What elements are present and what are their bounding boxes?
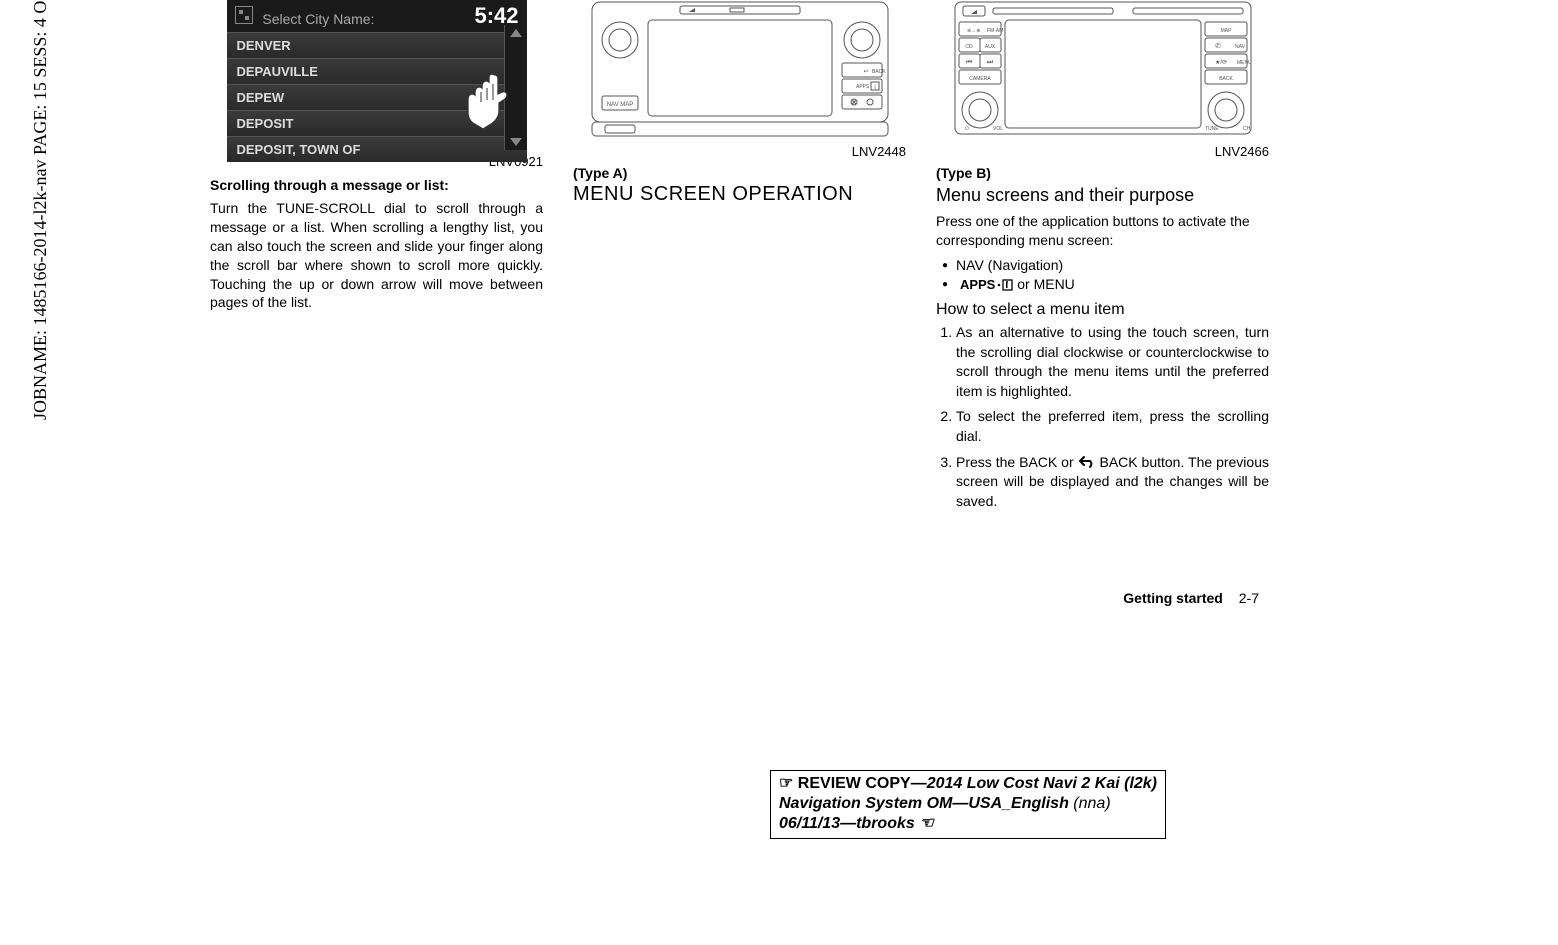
step-3: Press the BACK or BACK button. The previ…: [956, 453, 1269, 512]
apps-button-label: APPS: [856, 84, 870, 90]
bullet-nav: NAV (Navigation): [942, 256, 1269, 276]
print-job-spine: JOBNAME: 1485166-2014-l2k-nav PAGE: 15 S…: [30, 0, 51, 420]
intro-paragraph: Press one of the application buttons to …: [936, 212, 1269, 250]
grid-icon: [235, 6, 253, 24]
svg-text:★/⟳: ★/⟳: [1215, 59, 1227, 66]
figure-type-b: ⊕↔⊕ FM·AM CD AUX ⏮ ⏭ CAMERA: [936, 0, 1269, 159]
review-prefix: ☞ REVIEW COPY—: [779, 775, 927, 792]
scroll-down-icon[interactable]: [510, 138, 522, 146]
svg-text:⏻: ⏻: [965, 126, 969, 132]
vol-label: VOL: [993, 126, 1003, 132]
menu-screen-operation-title: MENU SCREEN OPERATION: [573, 183, 906, 206]
svg-text:⏭: ⏭: [986, 59, 993, 66]
cd-label: CD: [965, 44, 973, 50]
figure-code: LNV2466: [936, 144, 1269, 159]
manual-page: Select City Name: 5:42 DENVER DEPAUVILLE…: [90, 0, 1470, 945]
fmam-label: FM·AM: [987, 28, 1003, 34]
step-2: To select the preferred item, press the …: [956, 407, 1269, 446]
nav-screenshot: Select City Name: 5:42 DENVER DEPAUVILLE…: [227, 0, 527, 150]
list-item: DENVER: [227, 32, 527, 58]
steps-list: As an alternative to using the touch scr…: [936, 323, 1269, 511]
bullet-apps-suffix: or MENU: [1017, 276, 1075, 292]
navmap-button-label: NAV MAP: [606, 102, 633, 108]
svg-text:⏮: ⏮: [965, 59, 971, 66]
back-label: BACK: [1219, 76, 1233, 82]
list-item: DEPAUVILLE: [227, 58, 527, 84]
svg-text:✆: ✆: [1215, 42, 1221, 50]
dash-unit-type-a: NAV MAP ↩ BACK APPS i: [590, 0, 890, 140]
svg-text:↩: ↩: [863, 69, 868, 75]
step-1: As an alternative to using the touch scr…: [956, 323, 1269, 401]
screenshot-header: Select City Name: 5:42: [227, 0, 527, 32]
aux-label: AUX: [984, 44, 995, 50]
review-copy-box: ☞ REVIEW COPY—2014 Low Cost Navi 2 Kai (…: [770, 770, 1166, 839]
select-city-label: Select City Name:: [262, 11, 374, 27]
column-2: NAV MAP ↩ BACK APPS i: [573, 0, 906, 517]
page-footer: Getting started 2-7: [1123, 590, 1259, 606]
bullet-apps: APPS or MENU: [942, 275, 1269, 295]
menu-screens-subtitle: Menu screens and their purpose: [936, 185, 1269, 206]
list-item: DEPOSIT, TOWN OF: [227, 136, 527, 162]
list-item: DEPOSIT: [227, 110, 527, 136]
review-line3: 06/11/13—tbrooks ☜: [779, 815, 934, 832]
svg-text:i: i: [874, 85, 875, 91]
column-1: Select City Name: 5:42 DENVER DEPAUVILLE…: [210, 0, 543, 517]
map-label: MAP: [1220, 28, 1232, 34]
scrollbar[interactable]: [504, 25, 527, 150]
apps-icon: APPS: [960, 276, 1013, 294]
camera-label: CAMERA: [969, 76, 991, 82]
scroll-up-icon[interactable]: [510, 29, 522, 37]
scroll-heading: Scrolling through a message or list:: [210, 177, 543, 193]
section-name: Getting started: [1123, 590, 1223, 606]
review-line2a: Navigation System OM—USA_English: [779, 795, 1069, 812]
scroll-paragraph: Turn the TUNE-SCROLL dial to scroll thro…: [210, 199, 543, 312]
tune-label: TUNE: [1205, 126, 1219, 132]
page-number: 2-7: [1239, 590, 1259, 606]
type-b-label: (Type B): [936, 165, 1269, 181]
type-a-label: (Type A): [573, 165, 627, 181]
list-item: DEPEW: [227, 84, 527, 110]
nav-label: NAV: [1235, 44, 1246, 50]
dash-unit-type-b: ⊕↔⊕ FM·AM CD AUX ⏮ ⏭ CAMERA: [953, 0, 1253, 140]
bullet-list: NAV (Navigation) APPS or MENU: [936, 256, 1269, 295]
howto-title: How to select a menu item: [936, 301, 1269, 319]
back-button-label: BACK: [872, 69, 886, 75]
review-title: 2014 Low Cost Navi 2 Kai (l2k): [927, 775, 1157, 792]
review-line2b: (nna): [1069, 795, 1111, 812]
ch-label: CH: [1243, 126, 1251, 132]
svg-text:⊕↔⊕: ⊕↔⊕: [967, 28, 980, 34]
column-3: ⊕↔⊕ FM·AM CD AUX ⏮ ⏭ CAMERA: [936, 0, 1269, 517]
menu-label: MENU: [1237, 60, 1252, 66]
figure-screenshot: Select City Name: 5:42 DENVER DEPAUVILLE…: [210, 0, 543, 169]
figure-type-a: NAV MAP ↩ BACK APPS i: [573, 0, 906, 159]
back-arrow-icon: [1078, 454, 1096, 470]
figure-code: LNV2448: [573, 144, 906, 159]
